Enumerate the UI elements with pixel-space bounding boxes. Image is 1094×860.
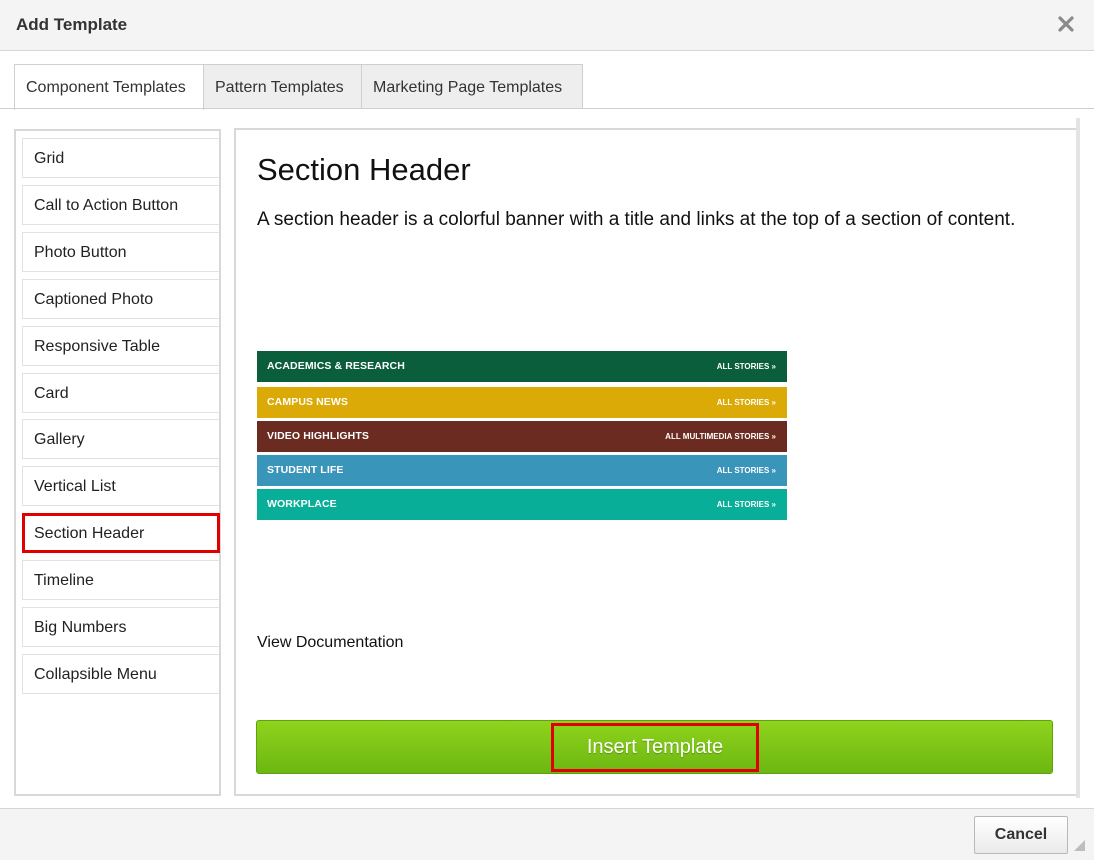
view-documentation-link[interactable]: View Documentation — [257, 634, 403, 652]
template-item-card[interactable]: Card — [22, 373, 219, 413]
template-item-collapsible-menu[interactable]: Collapsible Menu — [22, 654, 219, 694]
preview-banner-academics: ACADEMICS & RESEARCH ALL STORIES » — [257, 351, 787, 382]
preview-banner-campus-news: CAMPUS NEWS ALL STORIES » — [257, 387, 787, 418]
tab-marketing-page-templates[interactable]: Marketing Page Templates — [361, 64, 583, 109]
template-list: Grid Call to Action Button Photo Button … — [14, 129, 221, 796]
preview-title: Section Header — [257, 152, 471, 187]
tab-pattern-templates[interactable]: Pattern Templates — [203, 64, 362, 109]
banner-link: ALL STORIES » — [716, 500, 776, 509]
tab-component-templates[interactable]: Component Templates — [14, 64, 204, 110]
banner-link: ALL STORIES » — [716, 362, 776, 371]
banner-title: CAMPUS NEWS — [267, 396, 349, 408]
dialog-titlebar: Add Template — [0, 0, 1094, 51]
template-item-section-header[interactable]: Section Header — [22, 513, 220, 553]
dialog-title: Add Template — [16, 15, 128, 34]
banner-title: VIDEO HIGHLIGHTS — [267, 430, 369, 442]
close-icon[interactable] — [1054, 12, 1078, 36]
template-tabs: Component Templates Pattern Templates Ma… — [0, 64, 1094, 110]
dialog-footer — [0, 808, 1094, 860]
template-item-responsive-table[interactable]: Responsive Table — [22, 326, 219, 366]
insert-template-button[interactable]: Insert Template — [551, 723, 759, 772]
preview-banner-student-life: STUDENT LIFE ALL STORIES » — [257, 455, 787, 486]
template-item-captioned-photo[interactable]: Captioned Photo — [22, 279, 219, 319]
banner-link: ALL STORIES » — [716, 466, 776, 475]
banner-link: ALL MULTIMEDIA STORIES » — [665, 432, 776, 441]
template-item-timeline[interactable]: Timeline — [22, 560, 219, 600]
cancel-button[interactable]: Cancel — [974, 816, 1068, 854]
banner-title: ACADEMICS & RESEARCH — [267, 360, 405, 372]
banner-title: WORKPLACE — [267, 498, 337, 510]
template-item-big-numbers[interactable]: Big Numbers — [22, 607, 219, 647]
preview-scrollbar[interactable] — [1076, 118, 1080, 798]
template-item-photo-button[interactable]: Photo Button — [22, 232, 219, 272]
preview-description: A section header is a colorful banner wi… — [257, 209, 1016, 230]
template-item-call-to-action-button[interactable]: Call to Action Button — [22, 185, 219, 225]
template-item-gallery[interactable]: Gallery — [22, 419, 219, 459]
template-item-grid[interactable]: Grid — [22, 138, 219, 178]
banner-title: STUDENT LIFE — [267, 464, 344, 476]
preview-banner-video-highlights: VIDEO HIGHLIGHTS ALL MULTIMEDIA STORIES … — [257, 421, 787, 452]
banner-link: ALL STORIES » — [716, 398, 776, 407]
resize-handle-icon[interactable] — [1072, 838, 1086, 852]
preview-banner-workplace: WORKPLACE ALL STORIES » — [257, 489, 787, 520]
tab-divider — [0, 108, 1094, 109]
template-item-vertical-list[interactable]: Vertical List — [22, 466, 219, 506]
